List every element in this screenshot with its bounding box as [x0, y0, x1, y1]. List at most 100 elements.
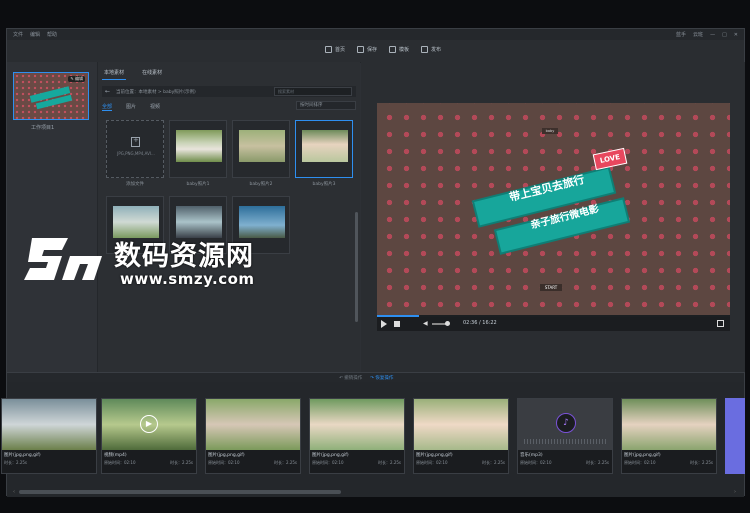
timeline-clip[interactable]: 图片(jpg,png,gif) 原始时间：02:10 时长：2.25s [413, 398, 509, 474]
material-item-selected[interactable]: baby照片3 [295, 120, 353, 187]
clip-duration: 时长：2.25s [378, 460, 401, 465]
undo-button[interactable]: ↶ 撤销操作 [339, 375, 362, 381]
stop-icon[interactable] [394, 321, 400, 327]
home-button[interactable]: 首页 [325, 46, 345, 53]
material-item[interactable]: baby照片1 [169, 120, 227, 187]
baby-photo-image [302, 130, 348, 162]
video-preview[interactable]: baby 带上宝贝去旅行 亲子旅行微电影 LOVE START [377, 103, 730, 315]
timeline: 图片(jpg,png,gif) 时长：2.25s ▶ 视频(mp4) 原始时间：… [1, 382, 745, 497]
user-label[interactable]: 蓝手 [676, 31, 686, 38]
timeline-clip-music[interactable]: ♪ 音乐(mp3) 原始时间：02:10 时长：2.25s [517, 398, 613, 474]
fullscreen-icon[interactable] [717, 320, 724, 327]
clip-duration: 时长：2.25s [170, 460, 193, 465]
baby-label: baby [542, 128, 558, 134]
timeline-scrollbar[interactable] [19, 490, 341, 494]
publish-icon [421, 46, 429, 53]
maximize-icon[interactable]: □ [722, 32, 727, 38]
timeline-clip[interactable]: 图片(jpg,png,gif) 原始时间：02:10 时长：2.25s [621, 398, 717, 474]
publish-button[interactable]: 发布 [421, 46, 441, 53]
timeline-clip[interactable]: 图片(jpg,png,gif) 原始时间：02:10 时长：2.25s [205, 398, 301, 474]
menu-file[interactable]: 文件 [13, 31, 23, 38]
item-frame [295, 120, 353, 178]
play-icon[interactable] [381, 320, 387, 328]
edit-badge[interactable]: ✎ 编辑 [68, 76, 85, 82]
filter-all[interactable]: 全部 [102, 103, 113, 111]
volume-knob[interactable] [445, 321, 450, 326]
save-icon [357, 46, 365, 53]
volume-slider[interactable] [432, 323, 446, 325]
baby-photo-image [239, 130, 285, 162]
filter-image[interactable]: 图片 [126, 103, 136, 111]
item-frame [169, 120, 227, 178]
start-label: START [540, 284, 562, 291]
add-file-box: JPG,PNG,MP4,AVI... [106, 120, 164, 178]
filter-tabs: 全部 图片 视频 [102, 103, 160, 111]
menu-help[interactable]: 帮助 [47, 31, 57, 38]
close-icon[interactable]: ✕ [734, 32, 738, 38]
save-label: 保存 [367, 47, 378, 53]
clip-meta: 原始时间：02:10 [520, 460, 552, 465]
timeline-clip[interactable]: 图片(jpg,png,gif) 原始时间：02:10 时长：2.25s [309, 398, 405, 474]
filter-video[interactable]: 视频 [150, 103, 160, 111]
window-controls: 蓝手 云班 — □ ✕ [676, 31, 738, 39]
material-scrollbar[interactable] [355, 212, 358, 322]
tab-online-material[interactable]: 在线素材 [140, 66, 164, 80]
clip-thumbnail [2, 399, 96, 450]
cloud-label[interactable]: 云班 [693, 31, 703, 38]
baby-photo-image [176, 130, 222, 162]
title-bar: 文件 编辑 帮助 蓝手 云班 — □ ✕ [7, 29, 744, 40]
clip-duration: 时长：2.25s [586, 460, 609, 465]
watermark-url: www.smzy.com [120, 270, 255, 288]
project-panel: ✎ 编辑 工作项目1 [7, 62, 98, 372]
back-arrow-icon[interactable]: ← [105, 88, 110, 95]
timeline-clip[interactable]: ▶ 视频(mp4) 原始时间：02:10 时长：2.25s [101, 398, 197, 474]
scroll-right-icon[interactable]: › [734, 490, 736, 495]
redo-button[interactable]: ↷ 恢复操作 [370, 375, 393, 381]
clip-name: 音乐(mp3) [520, 453, 543, 458]
waveform [524, 439, 608, 444]
player-controls: ◀ 02:36 / 16:22 [377, 317, 730, 331]
volume-icon[interactable]: ◀ [423, 320, 429, 327]
scroll-left-icon[interactable]: ‹ [13, 490, 15, 495]
item-caption: baby照片3 [312, 182, 336, 187]
clip-name: 图片(jpg,png,gif) [208, 453, 245, 458]
material-item[interactable]: baby照片2 [232, 120, 290, 187]
item-frame [232, 120, 290, 178]
clip-duration: 时长：2.25s [482, 460, 505, 465]
material-panel: 本地素材 在线素材 ← 当前位置：本地素材 > baby照片(示例) 搜索素材 … [98, 62, 360, 372]
timeline-clip-partial[interactable] [725, 398, 745, 474]
clip-name: 图片(jpg,png,gif) [312, 453, 349, 458]
template-button[interactable]: 模板 [389, 46, 409, 53]
clip-thumbnail [622, 399, 716, 450]
clip-name: 图片(jpg,png,gif) [416, 453, 453, 458]
time-readout: 02:36 / 16:22 [463, 320, 497, 326]
sort-select[interactable]: 按时间排序 [296, 101, 356, 110]
add-file-item[interactable]: JPG,PNG,MP4,AVI... 添加文件 [106, 120, 164, 187]
clip-meta: 原始时间：02:10 [416, 460, 448, 465]
clip-thumbnail: ♪ [518, 399, 612, 450]
template-icon [389, 46, 397, 53]
clip-meta: 时长：2.25s [4, 460, 27, 465]
path-bar: ← 当前位置：本地素材 > baby照片(示例) 搜索素材 [102, 86, 356, 97]
search-input[interactable]: 搜索素材 [274, 87, 352, 96]
add-file-icon [131, 136, 140, 147]
menu-bar: 文件 编辑 帮助 [13, 31, 57, 38]
clip-meta: 原始时间：02:10 [312, 460, 344, 465]
timeline-clip[interactable]: 图片(jpg,png,gif) 时长：2.25s [1, 398, 97, 474]
clip-meta: 原始时间：02:10 [104, 460, 136, 465]
clip-thumbnail [414, 399, 508, 450]
home-label: 首页 [335, 47, 346, 53]
play-overlay-icon[interactable]: ▶ [140, 415, 158, 433]
preview-panel: baby 带上宝贝去旅行 亲子旅行微电影 LOVE START ◀ 02:36 … [361, 62, 745, 372]
publish-label: 发布 [431, 47, 442, 53]
clip-name: 视频(mp4) [104, 453, 127, 458]
clip-duration: 时长：2.25s [690, 460, 713, 465]
template-label: 模板 [399, 47, 410, 53]
tab-local-material[interactable]: 本地素材 [102, 66, 127, 80]
minimize-icon[interactable]: — [710, 32, 715, 38]
clip-name: 图片(jpg,png,gif) [4, 453, 41, 458]
clip-meta: 原始时间：02:10 [208, 460, 240, 465]
save-button[interactable]: 保存 [357, 46, 377, 53]
project-thumbnail[interactable]: ✎ 编辑 [13, 72, 89, 120]
menu-edit[interactable]: 编辑 [30, 31, 40, 38]
